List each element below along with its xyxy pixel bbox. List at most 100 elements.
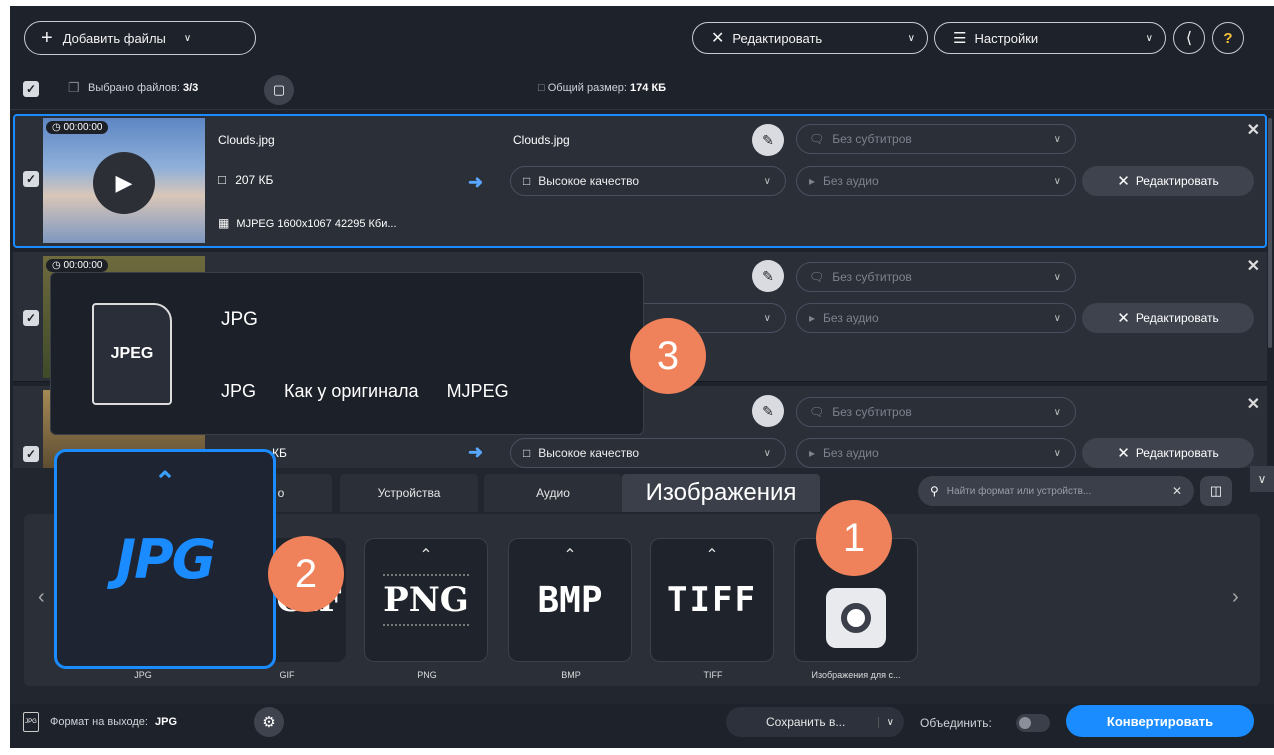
selected-count: 3/3: [182, 82, 199, 94]
format-jpg-label: JPG: [134, 670, 152, 680]
audio-label: Без аудио: [823, 174, 879, 188]
speaker-icon: ▸: [809, 446, 816, 460]
format-bmp-tile[interactable]: ⌃ BMP: [508, 538, 632, 662]
output-settings-button[interactable]: ⚙: [254, 707, 284, 737]
chevron-down-icon: ∨: [763, 312, 771, 324]
subtitles-dropdown[interactable]: 🗨 Без субтитров ∨: [796, 262, 1076, 292]
rename-button[interactable]: ✎: [752, 260, 784, 292]
subtitles-dropdown[interactable]: 🗨 Без субтитров ∨: [796, 124, 1076, 154]
format-search-field[interactable]: ⚲ Найти формат или устройств... ✕: [918, 476, 1194, 506]
chevron-down-icon: ∨: [1053, 271, 1061, 283]
audio-label: Без аудио: [823, 446, 879, 460]
settings-label: Настройки: [974, 30, 1039, 46]
chevron-down-icon: ∨: [1053, 175, 1061, 187]
output-format-text: Формат на выходе: JPG: [50, 716, 177, 728]
rename-button[interactable]: ✎: [752, 124, 784, 156]
save-to-dropdown[interactable]: Сохранить в... ∨: [726, 707, 904, 737]
quality-dropdown[interactable]: □ Высокое качество ∨: [510, 166, 786, 196]
file-checkbox[interactable]: ✓: [23, 310, 39, 326]
audio-dropdown[interactable]: ▸ Без аудио ∨: [796, 166, 1076, 196]
tools-icon: ✕: [1117, 445, 1130, 462]
arrow-right-icon: ➜: [468, 442, 484, 462]
play-button[interactable]: ▶: [93, 152, 155, 214]
duration-badge: ◷ 00:00:00: [46, 259, 109, 272]
delete-button[interactable]: ▢: [264, 75, 294, 105]
tab-audio-label: Аудио: [536, 486, 570, 500]
speaker-icon: ▸: [809, 174, 816, 188]
file-checkbox[interactable]: ✓: [23, 446, 39, 462]
tab-images-label: Изображения: [645, 479, 797, 506]
output-format-icon: JPG: [23, 712, 39, 732]
gear-icon: ⚙: [262, 714, 276, 731]
file-icon: □: [218, 172, 226, 187]
format-jpg-tile[interactable]: ⌃ JPG: [54, 449, 276, 669]
chevron-down-icon: ∨: [1053, 406, 1061, 418]
tab-audio[interactable]: Аудио: [484, 474, 622, 512]
edit-file-label: Редактировать: [1135, 446, 1219, 460]
scroll-right-button[interactable]: ›: [1232, 586, 1239, 609]
format-gif-label: GIF: [279, 670, 295, 680]
subtitles-dropdown[interactable]: 🗨 Без субтитров ∨: [796, 397, 1076, 427]
close-icon[interactable]: ✕: [1247, 394, 1260, 414]
total-size-value: 174 КБ: [630, 82, 667, 94]
document-icon: □: [538, 82, 545, 94]
file-name: Clouds.jpg: [218, 133, 275, 147]
clear-icon[interactable]: ✕: [1172, 484, 1182, 498]
chevron-down-icon: ∨: [1053, 447, 1061, 459]
format-png-label: PNG: [417, 670, 437, 680]
quality-dropdown[interactable]: □ Высокое качество ∨: [510, 438, 786, 468]
duration-badge: ◷ 00:00:00: [46, 121, 109, 134]
rename-button[interactable]: ✎: [752, 395, 784, 427]
add-files-label: Добавить файлы: [62, 30, 166, 46]
format-tiff-tile[interactable]: ⌃ TIFF: [650, 538, 774, 662]
edit-file-button[interactable]: ✕ Редактировать: [1082, 303, 1254, 333]
help-icon: ?: [1223, 29, 1233, 47]
edit-file-button[interactable]: ✕ Редактировать: [1082, 438, 1254, 468]
pencil-icon: ✎: [762, 267, 774, 284]
close-icon[interactable]: ✕: [1247, 120, 1260, 140]
add-files-button[interactable]: + Добавить файлы ∨: [24, 21, 256, 55]
device-detect-button[interactable]: ◫: [1200, 476, 1232, 506]
audio-dropdown[interactable]: ▸ Без аудио ∨: [796, 438, 1076, 468]
total-size-label: Общий размер:: [547, 82, 627, 94]
plus-icon: +: [41, 27, 53, 49]
instagram-camera-icon: [826, 588, 886, 648]
settings-button[interactable]: ☰ Настройки ∨: [934, 22, 1166, 54]
tab-devices[interactable]: Устройства: [340, 474, 478, 512]
jpg-logo: JPG: [116, 527, 216, 591]
callout-badge-2: 2: [268, 536, 344, 612]
collapse-panel-button[interactable]: ∨: [1250, 466, 1274, 492]
speech-bubble-icon: 🗨: [809, 132, 825, 146]
merge-label: Объединить:: [920, 716, 992, 730]
tab-images[interactable]: Изображения: [622, 474, 820, 512]
close-icon[interactable]: ✕: [1247, 256, 1260, 276]
png-logo: PNG: [383, 574, 469, 626]
file-thumbnail[interactable]: ◷ 00:00:00 ▶: [43, 118, 205, 243]
bmp-logo: BMP: [537, 579, 603, 621]
file-list-scrollbar[interactable]: [1268, 118, 1272, 348]
merge-toggle[interactable]: [1016, 714, 1050, 732]
tooltip-details: JPG Как у оригинала MJPEG: [221, 381, 509, 402]
file-checkbox[interactable]: ✓: [23, 171, 39, 187]
chevron-down-icon: ∨: [763, 175, 771, 187]
format-png-tile[interactable]: ⌃ PNG: [364, 538, 488, 662]
share-button[interactable]: ⟨: [1173, 22, 1205, 54]
files-icon: ❐: [68, 80, 80, 95]
duration-text: 00:00:00: [63, 122, 103, 133]
help-button[interactable]: ?: [1212, 22, 1244, 54]
edit-menu-button[interactable]: ✕ Редактировать ∨: [692, 22, 928, 54]
quality-label: Высокое качество: [538, 446, 640, 460]
codec-info: ▦ MJPEG 1600x1067 42295 Кби...: [218, 216, 397, 230]
select-all-checkbox[interactable]: ✓: [23, 81, 39, 97]
video-codec-icon: ▦: [218, 216, 230, 230]
audio-dropdown[interactable]: ▸ Без аудио ∨: [796, 303, 1076, 333]
chevron-down-icon: ∨: [1145, 32, 1153, 44]
scroll-left-button[interactable]: ‹: [38, 586, 45, 609]
tab-video-label: о: [277, 486, 285, 500]
edit-menu-label: Редактировать: [732, 30, 823, 46]
search-icon: ⚲: [930, 484, 939, 498]
output-format-value: JPG: [155, 716, 178, 728]
convert-button[interactable]: Конвертировать: [1066, 705, 1254, 737]
format-tooltip: JPEG JPG JPG Как у оригинала MJPEG: [50, 272, 644, 435]
edit-file-button[interactable]: ✕ Редактировать: [1082, 166, 1254, 196]
